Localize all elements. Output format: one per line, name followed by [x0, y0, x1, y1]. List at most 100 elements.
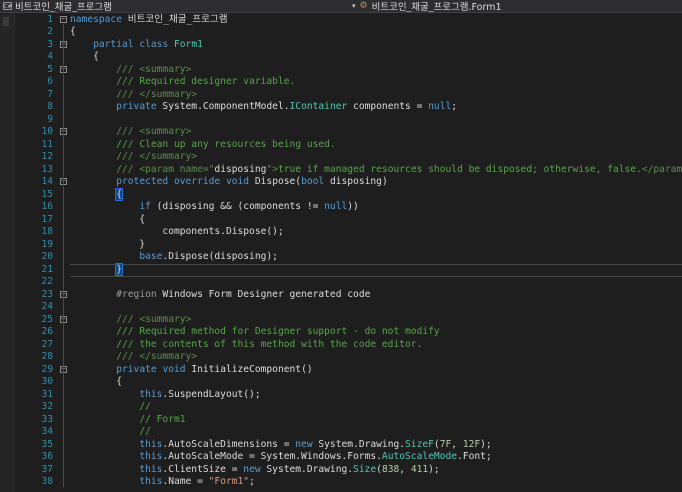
code-line[interactable]: 38 this.Name = "Form1";: [0, 476, 682, 489]
code-line[interactable]: 1− namespace 비트코인_채굴_프로그램: [0, 14, 682, 27]
line-number: 2: [47, 26, 53, 37]
code-token: //: [139, 401, 151, 412]
code-token: {: [70, 376, 122, 387]
code-token: IContainer: [289, 101, 348, 112]
code-token: Size: [353, 463, 377, 475]
code-line[interactable]: 8 private System.ComponentModel.IContain…: [0, 101, 682, 114]
code-text: {: [70, 26, 76, 39]
code-text: {: [70, 187, 123, 202]
line-number: 5: [47, 63, 53, 75]
line-number: 24: [41, 301, 53, 312]
code-line[interactable]: 12 /// </summary>: [0, 151, 682, 164]
code-text: /// </summary>: [70, 89, 197, 102]
line-number: 23: [41, 288, 53, 300]
code-token: void: [225, 176, 250, 187]
code-line[interactable]: 31 this.SuspendLayout();: [0, 389, 682, 402]
code-line[interactable]: 9: [0, 114, 682, 127]
project-dropdown[interactable]: C# 비트코인_채굴_프로그램: [3, 0, 112, 12]
code-text: components.Dispose();: [70, 226, 283, 239]
code-token: .AutoScaleDimensions =: [162, 438, 296, 450]
chevron-down-icon[interactable]: ▾: [352, 2, 356, 10]
code-line[interactable]: 36 this.AutoScaleMode = System.Windows.F…: [0, 451, 682, 464]
code-token: components =: [347, 101, 429, 112]
code-line[interactable]: 35 this.AutoScaleDimensions = new System…: [0, 439, 682, 452]
code-line[interactable]: 30 {: [0, 376, 682, 389]
code-token: .SuspendLayout();: [162, 388, 261, 400]
code-token: SizeF: [405, 438, 434, 450]
code-line[interactable]: 5− /// <summary>: [0, 64, 682, 77]
code-line[interactable]: 34 //: [0, 426, 682, 439]
code-token: null: [324, 201, 348, 212]
code-token: /// <summary>: [116, 313, 192, 325]
code-token: /// </summary>: [116, 351, 198, 362]
code-line[interactable]: 25− /// <summary>: [0, 314, 682, 327]
code-token: private: [116, 101, 157, 112]
code-line[interactable]: 28 /// </summary>: [0, 351, 682, 364]
project-dropdown-label: 비트코인_채굴_프로그램: [15, 2, 112, 13]
code-token: }: [70, 238, 146, 250]
code-line[interactable]: 16 if (disposing && (components != null)…: [0, 201, 682, 214]
code-line[interactable]: 23− #region Windows Form Designer genera…: [0, 289, 682, 302]
code-token: #region: [116, 288, 157, 300]
code-line[interactable]: 6 /// Required designer variable.: [0, 76, 682, 89]
code-line[interactable]: 32 //: [0, 401, 682, 414]
code-line[interactable]: 33 // Form1: [0, 414, 682, 427]
code-line[interactable]: 19 }: [0, 239, 682, 252]
code-line[interactable]: 10− /// <summary>: [0, 126, 682, 139]
code-line[interactable]: 4 {: [0, 51, 682, 64]
code-token: /// Required designer variable.: [116, 76, 296, 87]
code-token: this: [139, 451, 163, 462]
code-line[interactable]: 20 base.Dispose(disposing);: [0, 251, 682, 264]
code-token: disposing): [324, 176, 388, 187]
code-token: .ClientSize =: [162, 463, 244, 475]
code-token: void: [162, 363, 186, 375]
member-dropdown[interactable]: ▾ ⚙ 비트코인_채굴_프로그램.Form1: [352, 0, 502, 12]
code-text: base.Dispose(disposing);: [70, 251, 278, 264]
code-token: this: [139, 438, 163, 450]
line-number: 35: [41, 438, 53, 450]
code-line[interactable]: 14− protected override void Dispose(bool…: [0, 176, 682, 189]
code-text: /// Clean up any resources being used.: [70, 139, 336, 152]
code-line[interactable]: 18 components.Dispose();: [0, 226, 682, 239]
line-number: 31: [41, 388, 53, 400]
code-line[interactable]: 24: [0, 301, 682, 314]
code-text: {: [70, 376, 122, 389]
code-token: null: [428, 101, 452, 112]
outline-guide: [63, 24, 64, 487]
code-line[interactable]: 13 /// <param name="disposing">true if m…: [0, 164, 682, 177]
code-line[interactable]: 21 }: [0, 262, 682, 277]
code-token: ,: [451, 438, 463, 450]
line-number: 3: [47, 38, 53, 50]
current-line-highlight: [70, 263, 682, 277]
code-text: }: [70, 239, 145, 252]
code-line[interactable]: 11 /// Clean up any resources being used…: [0, 139, 682, 152]
code-line[interactable]: 22: [0, 276, 682, 289]
code-line[interactable]: 7 /// </summary>: [0, 89, 682, 102]
code-token: this: [139, 463, 163, 475]
code-line[interactable]: 27 /// the contents of this method with …: [0, 339, 682, 352]
code-line[interactable]: 37 this.ClientSize = new System.Drawing.…: [0, 464, 682, 477]
code-line[interactable]: 2{: [0, 26, 682, 39]
code-line[interactable]: 17 {: [0, 214, 682, 227]
code-token: bool: [301, 176, 325, 187]
code-token: "Form1": [208, 476, 250, 487]
line-number: 22: [41, 276, 53, 287]
code-line[interactable]: 3− partial class Form1: [0, 39, 682, 52]
line-number: 8: [47, 101, 53, 112]
collapse-icon[interactable]: −: [60, 15, 67, 23]
code-token: /// <param name=": [116, 163, 215, 175]
line-number: 20: [41, 251, 53, 262]
code-text: /// <summary>: [70, 314, 191, 327]
code-text: /// Required method for Designer support…: [70, 326, 439, 339]
code-token: protected: [116, 176, 169, 187]
code-text: /// Required designer variable.: [70, 76, 295, 89]
code-text: /// <summary>: [70, 64, 191, 77]
code-line[interactable]: 15 {: [0, 187, 682, 202]
code-line[interactable]: 26 /// Required method for Designer supp…: [0, 326, 682, 339]
code-editor[interactable]: 1−namespace 비트코인_채굴_프로그램2{3− partial cla…: [0, 13, 682, 492]
line-number: 13: [41, 163, 53, 175]
code-line[interactable]: 29− private void InitializeComponent(): [0, 364, 682, 377]
